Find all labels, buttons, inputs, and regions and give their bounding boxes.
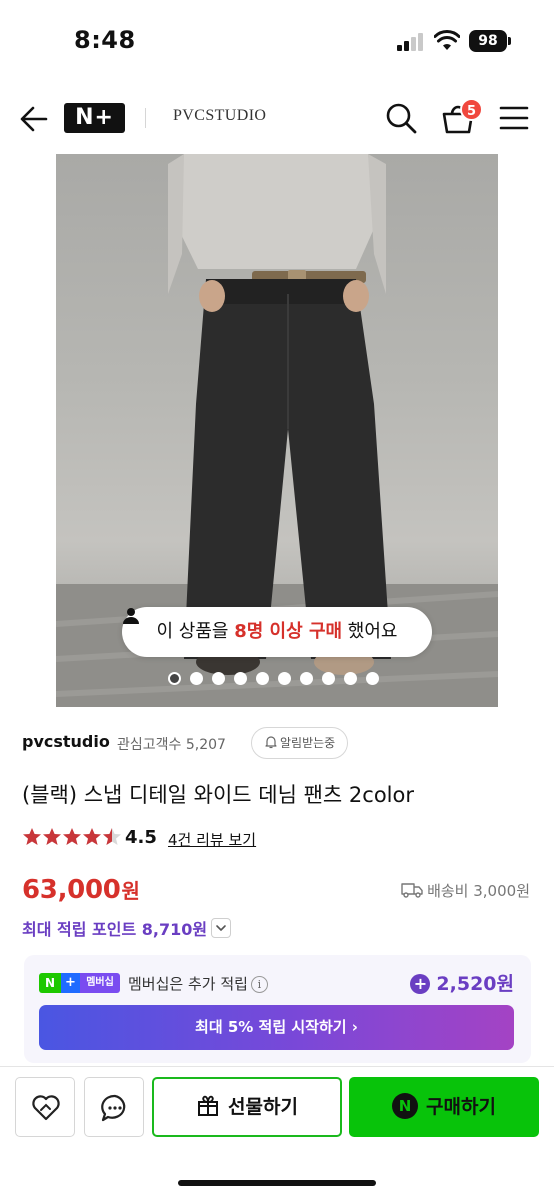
search-icon[interactable] [385,102,417,134]
battery-indicator: 98 [469,30,507,52]
start-membership-button[interactable]: 최대 5% 적립 시작하기 › [39,1005,514,1050]
carousel-dot[interactable] [190,672,203,685]
carousel-dot[interactable] [212,672,225,685]
carousel-dot[interactable] [256,672,269,685]
max-points-row[interactable]: 최대 적립 포인트 8,710원 [22,916,232,942]
price-value: 63,000 [22,875,121,905]
carousel-dot[interactable] [234,672,247,685]
badge-plus: + [61,973,80,993]
product-title: (블랙) 스냅 디테일 와이드 데님 팬츠 2color [22,783,414,807]
product-price: 63,000원 [22,875,140,905]
carousel-dot[interactable] [168,672,181,685]
cellular-signal-icon [397,33,425,51]
bonus-value: 2,520원 [436,973,514,995]
person-icon [123,608,139,624]
membership-bonus: +2,520원 [410,969,514,996]
arrow-left-icon[interactable] [18,104,50,134]
status-bar: 8:48 98 [0,0,554,80]
carousel-indicator[interactable] [168,672,379,686]
hamburger-menu-icon[interactable] [499,105,529,131]
header-divider [145,108,146,128]
follower-count: 관심고객수 5,207 [117,737,226,753]
purchase-count-notice: 이 상품을 8명 이상 구매 했어요 [122,607,432,657]
star-icon [63,828,81,845]
membership-text: 멤버십은 추가 적립 i [128,973,268,994]
star-icon [83,828,101,845]
status-time: 8:48 [74,26,136,54]
gift-button[interactable]: 선물하기 [152,1077,342,1137]
naver-plus-membership-badge: N + 멤버십 [39,973,120,993]
bell-icon [265,736,277,749]
membership-promo: N + 멤버십 멤버십은 추가 적립 i +2,520원 최대 5% 적립 시작하… [24,955,531,1063]
shipping-text: 배송비 3,000원 [427,882,530,900]
wifi-icon [434,30,460,50]
wishlist-button[interactable] [15,1077,75,1137]
chat-bubble-icon [101,1094,126,1122]
review-link[interactable]: 4건 리뷰 보기 [168,829,256,850]
store-info-row: pvcstudio 관심고객수 5,207 알림받는중 [22,727,532,761]
home-indicator [178,1180,376,1186]
store-name-link[interactable]: pvcstudio [22,732,110,751]
carousel-dot[interactable] [344,672,357,685]
gift-icon [198,1095,219,1116]
rating-value: 4.5 [125,827,157,848]
cart-count-badge: 5 [460,98,483,121]
star-icon [23,828,41,845]
carousel-dot[interactable] [300,672,313,685]
store-brand-name[interactable]: PVCSTUDIO [173,107,266,125]
badge-label: 멤버십 [80,973,120,993]
carousel-dot[interactable] [322,672,335,685]
shipping-fee: 배송비 3,000원 [401,880,530,901]
top-navigation: N+ PVCSTUDIO 5 [0,88,554,148]
product-image-carousel[interactable]: 이 상품을 8명 이상 구매 했어요 [56,154,498,707]
buy-label: 구매하기 [426,1096,496,1118]
plus-circle-icon: + [410,974,431,994]
truck-icon [401,883,423,898]
naver-plus-logo[interactable]: N+ [64,103,125,133]
battery-tip [508,37,511,45]
max-points-text: 최대 적립 포인트 8,710원 [22,920,208,939]
rating-row: 4.5 4건 리뷰 보기 [22,826,422,852]
price-unit: 원 [121,879,140,903]
chevron-down-icon[interactable] [211,918,232,938]
buy-button[interactable]: N 구매하기 [349,1077,539,1137]
notification-toggle-button[interactable]: 알림받는중 [251,727,349,759]
membership-text-label: 멤버십은 추가 적립 [128,975,248,993]
notice-highlight: 8명 이상 구매 [234,621,343,642]
gift-label: 선물하기 [228,1096,298,1118]
half-star-icon [103,828,121,845]
badge-n: N [39,973,61,993]
notice-prefix: 이 상품을 [156,621,229,642]
carousel-dot[interactable] [366,672,379,685]
chat-inquiry-button[interactable] [84,1077,144,1137]
notice-suffix: 했어요 [347,621,398,642]
star-icon [43,828,61,845]
carousel-dot[interactable] [278,672,291,685]
heart-icon [32,1095,60,1121]
notify-label: 알림받는중 [280,736,336,750]
info-icon[interactable]: i [250,976,268,993]
naver-pay-icon: N [392,1093,419,1119]
